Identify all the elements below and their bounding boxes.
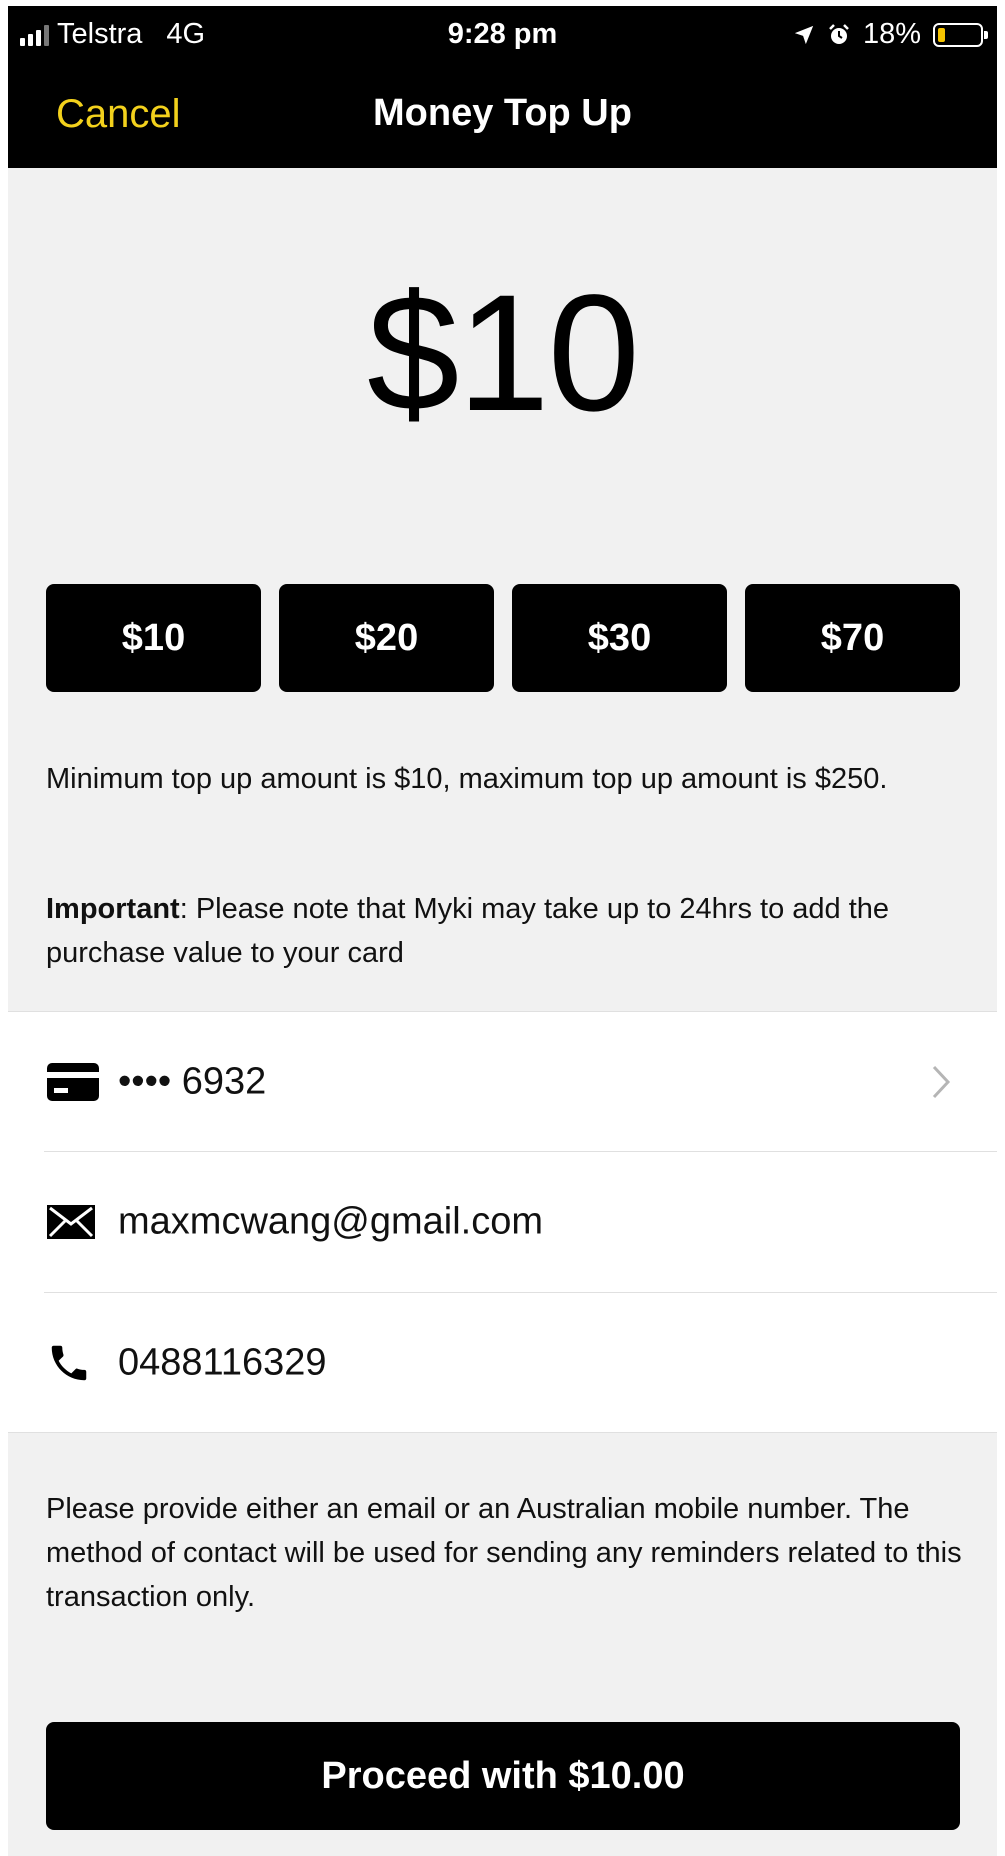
- battery-percent: 18%: [862, 18, 921, 50]
- payment-card-row[interactable]: •••• 6932: [8, 1012, 997, 1151]
- important-note: Important: Please note that Myki may tak…: [46, 887, 966, 975]
- page-title: Money Top Up: [373, 92, 632, 134]
- preset-10-button[interactable]: $10: [46, 584, 261, 692]
- phone-icon: [51, 1345, 87, 1380]
- credit-card-icon: [47, 1062, 99, 1101]
- email-row[interactable]: maxmcwang@gmail.com: [8, 1152, 997, 1291]
- preset-30-button[interactable]: $30: [512, 584, 727, 692]
- contact-note: Please provide either an email or an Aus…: [46, 1493, 962, 1613]
- chevron-right-icon: [932, 1065, 951, 1098]
- status-right: 18%: [793, 18, 988, 51]
- status-bar: Telstra 4G 9:28 pm 18%: [8, 6, 997, 64]
- preset-20-button[interactable]: $20: [279, 584, 494, 692]
- location-arrow-icon: [794, 25, 814, 44]
- nav-bar: Cancel Money Top Up: [8, 64, 997, 168]
- email-value: maxmcwang@gmail.com: [118, 1200, 544, 1242]
- preset-70-button[interactable]: $70: [745, 584, 960, 692]
- proceed-button[interactable]: Proceed with $10.00: [46, 1722, 960, 1830]
- mail-icon: [47, 1204, 95, 1239]
- battery-icon: [933, 22, 988, 47]
- alarm-icon: [829, 23, 849, 44]
- preset-amounts: $10 $20 $30 $70: [46, 584, 960, 692]
- phone-row[interactable]: 0488116329: [8, 1293, 997, 1432]
- contact-details-list: •••• 6932 maxmcwang@gmail.com 0488116329: [8, 1011, 997, 1433]
- card-number: •••• 6932: [118, 1060, 267, 1102]
- top-bar: Telstra 4G 9:28 pm 18% Cancel Money Top …: [8, 6, 997, 168]
- app-frame: Telstra 4G 9:28 pm 18% Cancel Money Top …: [8, 6, 997, 1856]
- selected-amount: $10: [367, 261, 640, 446]
- limits-text: Minimum top up amount is $10, maximum to…: [46, 763, 888, 795]
- important-label: Important: [46, 893, 180, 925]
- battery-fill: [938, 27, 945, 42]
- phone-value: 0488116329: [118, 1341, 327, 1383]
